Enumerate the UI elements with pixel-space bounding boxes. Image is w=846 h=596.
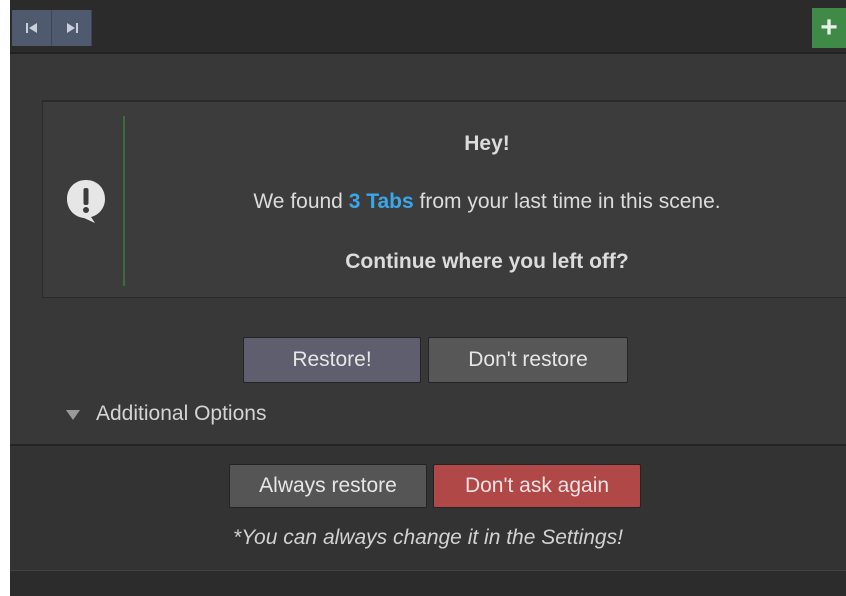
navigation-buttons [12, 10, 92, 46]
always-restore-button[interactable]: Always restore [229, 464, 427, 508]
next-button[interactable] [52, 10, 92, 46]
add-button[interactable]: + [812, 8, 846, 48]
additional-options-toggle[interactable]: Additional Options [66, 402, 266, 426]
found-tabs-text: We found 3 Tabs from your last time in t… [125, 190, 846, 214]
restore-button[interactable]: Restore! [243, 337, 421, 383]
additional-options-panel [10, 446, 846, 570]
notice-title: Hey! [464, 132, 510, 155]
skip-forward-icon [66, 23, 78, 33]
restore-tabs-window: + Hey! We found 3 Tabs from your last ti… [10, 0, 846, 596]
toolbar: + [10, 0, 846, 54]
exclamation-bubble-icon [67, 180, 105, 223]
settings-hint: *You can always change it in the Setting… [233, 526, 623, 549]
found-prefix: We found [253, 190, 349, 213]
dont-restore-button[interactable]: Don't restore [428, 337, 628, 383]
restore-notice: Hey! We found 3 Tabs from your last time… [42, 100, 846, 298]
continue-question: Continue where you left off? [345, 250, 629, 273]
previous-button[interactable] [12, 10, 52, 46]
footer-bar [10, 570, 846, 596]
found-suffix: from your last time in this scene. [413, 190, 721, 213]
additional-options-label: Additional Options [96, 402, 267, 425]
skip-back-icon [25, 23, 37, 33]
tab-count-highlight: 3 Tabs [348, 190, 414, 213]
dont-ask-again-button[interactable]: Don't ask again [433, 464, 641, 508]
expand-triangle-icon [66, 410, 80, 420]
